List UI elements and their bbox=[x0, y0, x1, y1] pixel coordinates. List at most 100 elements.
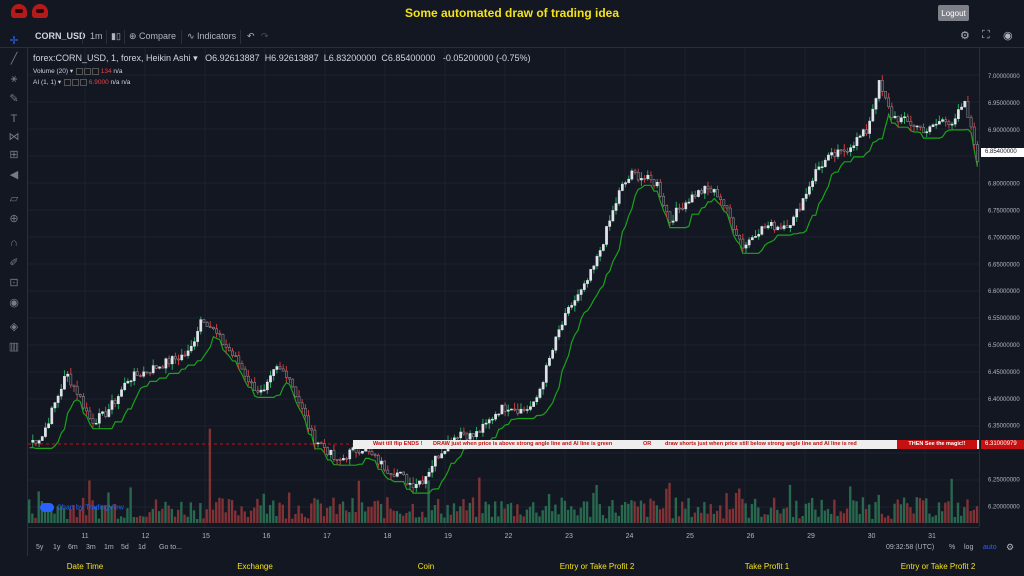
chart-pane[interactable] bbox=[28, 48, 979, 527]
volume-bar bbox=[782, 508, 785, 523]
volume-bar bbox=[652, 500, 655, 523]
trend-line-icon[interactable]: ╱ bbox=[7, 52, 21, 66]
eye-icon[interactable] bbox=[64, 78, 71, 86]
footer-entry-tp2-right: Entry or Take Profit 2 bbox=[900, 562, 976, 571]
close-icon[interactable] bbox=[80, 78, 87, 86]
candle-body bbox=[402, 471, 406, 475]
settings-icon[interactable] bbox=[83, 67, 91, 75]
volume-bar bbox=[563, 500, 567, 523]
snapshot-camera-icon[interactable]: ◉ bbox=[1003, 29, 1013, 42]
back-arrow-icon[interactable]: ◀ bbox=[7, 168, 21, 182]
range-1y[interactable]: 1y bbox=[53, 544, 60, 551]
candle-body bbox=[858, 135, 862, 138]
volume-bar bbox=[402, 515, 405, 523]
eye-icon[interactable]: ◉ bbox=[7, 296, 21, 310]
crosshair-icon[interactable]: ✛ bbox=[7, 34, 21, 48]
pattern-tool-icon[interactable]: ⋈ bbox=[7, 130, 21, 144]
chart-style-icon[interactable]: ▮▯ bbox=[111, 31, 121, 42]
compare-button[interactable]: ⊕ Compare bbox=[129, 31, 176, 42]
tradingview-watermark[interactable]: Chart by TradingView bbox=[40, 503, 124, 512]
volume-bar bbox=[138, 515, 142, 523]
candle-body bbox=[240, 363, 244, 370]
magnet-icon[interactable]: ∩ bbox=[7, 236, 21, 250]
bottom-bar: 5y 1y 6m 3m 1m 5d 1d Go to... 09:32:58 (… bbox=[28, 541, 1024, 557]
redo-icon[interactable]: ↷ bbox=[261, 31, 269, 42]
candle-body bbox=[357, 451, 361, 454]
banner-text: Wait till flip ENDS ! bbox=[373, 441, 423, 447]
range-5d[interactable]: 5d bbox=[121, 544, 129, 551]
fib-tool-icon[interactable]: ⚹ bbox=[7, 72, 21, 86]
volume-bar bbox=[468, 503, 471, 523]
ai-indicator-legend[interactable]: AI (1, 1) ▾ 6.9000 n/a n/a bbox=[33, 78, 130, 86]
auto-toggle[interactable]: auto bbox=[983, 544, 997, 551]
ruler-icon[interactable]: ▱ bbox=[7, 192, 21, 206]
volume-bar bbox=[772, 497, 776, 523]
settings-gear-icon[interactable]: ⚙ bbox=[960, 29, 970, 42]
volume-bar bbox=[868, 504, 871, 523]
prediction-tool-icon[interactable]: ⊞ bbox=[7, 148, 21, 162]
candle-body bbox=[754, 236, 757, 238]
volume-bar bbox=[966, 499, 969, 523]
date-axis[interactable]: 11121516171819222324252629303109: bbox=[28, 527, 997, 541]
volume-bar bbox=[325, 507, 329, 523]
volume-bar bbox=[513, 516, 516, 523]
goto-button[interactable]: Go to... bbox=[159, 544, 182, 551]
candle-body bbox=[145, 371, 149, 374]
volume-bar bbox=[791, 517, 795, 523]
interval-selector[interactable]: 1m bbox=[90, 31, 103, 41]
volume-bar bbox=[452, 503, 456, 523]
volume-bar bbox=[677, 516, 681, 523]
candle-body bbox=[142, 371, 146, 377]
candle-body bbox=[494, 413, 497, 420]
volume-bar bbox=[417, 516, 421, 523]
candle-body bbox=[342, 458, 345, 461]
undo-icon[interactable]: ↶ bbox=[247, 31, 255, 42]
eye-icon[interactable] bbox=[75, 67, 83, 75]
candle-body bbox=[424, 476, 428, 484]
volume-bar bbox=[969, 510, 972, 523]
percent-toggle[interactable]: % bbox=[949, 544, 955, 551]
close-icon[interactable] bbox=[91, 67, 99, 75]
candle-body bbox=[814, 169, 818, 182]
candle-body bbox=[608, 220, 612, 227]
range-1m[interactable]: 1m bbox=[104, 544, 114, 551]
fullscreen-icon[interactable]: ⛶ bbox=[982, 29, 990, 42]
date-tick-label: 12 bbox=[142, 533, 150, 540]
log-toggle[interactable]: log bbox=[964, 544, 973, 551]
text-tool-icon[interactable]: T bbox=[7, 112, 21, 126]
range-5y[interactable]: 5y bbox=[36, 544, 43, 551]
candle-body bbox=[522, 408, 526, 411]
layers-icon[interactable]: ◈ bbox=[7, 320, 21, 334]
axis-settings-icon[interactable]: ⚙ bbox=[1006, 542, 1014, 553]
candle-body bbox=[681, 207, 684, 210]
settings-icon[interactable] bbox=[72, 78, 79, 86]
logout-button[interactable]: Logout bbox=[938, 5, 969, 21]
brush-icon[interactable]: ✎ bbox=[7, 92, 21, 106]
symbol-search[interactable]: CORN_USD bbox=[35, 31, 86, 41]
candle-body bbox=[909, 121, 913, 126]
legend-dropdown-icon[interactable]: ▾ bbox=[191, 53, 201, 63]
footer-entry-tp2: Entry or Take Profit 2 bbox=[559, 562, 635, 571]
candle-body bbox=[719, 196, 723, 200]
clock-time[interactable]: 09:32:58 (UTC) bbox=[886, 544, 934, 551]
indicators-button[interactable]: ∿ Indicators bbox=[187, 31, 236, 42]
candle-body bbox=[139, 375, 142, 377]
lock-drawing-icon[interactable]: ✐ bbox=[7, 256, 21, 270]
volume-bar bbox=[912, 513, 915, 523]
price-chart[interactable] bbox=[28, 48, 979, 527]
volume-bar bbox=[145, 516, 148, 523]
range-1d[interactable]: 1d bbox=[138, 544, 146, 551]
candle-body bbox=[326, 447, 329, 455]
volume-indicator-legend[interactable]: Volume (20) ▾ 134 n/a bbox=[33, 67, 122, 75]
volume-bar bbox=[738, 488, 741, 523]
range-6m[interactable]: 6m bbox=[68, 544, 78, 551]
candle-body bbox=[700, 190, 703, 194]
zoom-in-icon[interactable]: ⊕ bbox=[7, 212, 21, 226]
price-axis-labels: 7.00000000 6.95000000 6.90000000 6.80000000… bbox=[988, 74, 1020, 510]
candle-body bbox=[370, 451, 374, 455]
lock-icon[interactable]: ⊡ bbox=[7, 276, 21, 290]
trash-icon[interactable]: ▥ bbox=[7, 340, 21, 354]
candle-body bbox=[899, 117, 903, 123]
price-axis[interactable]: 7.00000000 6.95000000 6.90000000 6.80000000… bbox=[979, 48, 1024, 527]
range-3m[interactable]: 3m bbox=[86, 544, 96, 551]
